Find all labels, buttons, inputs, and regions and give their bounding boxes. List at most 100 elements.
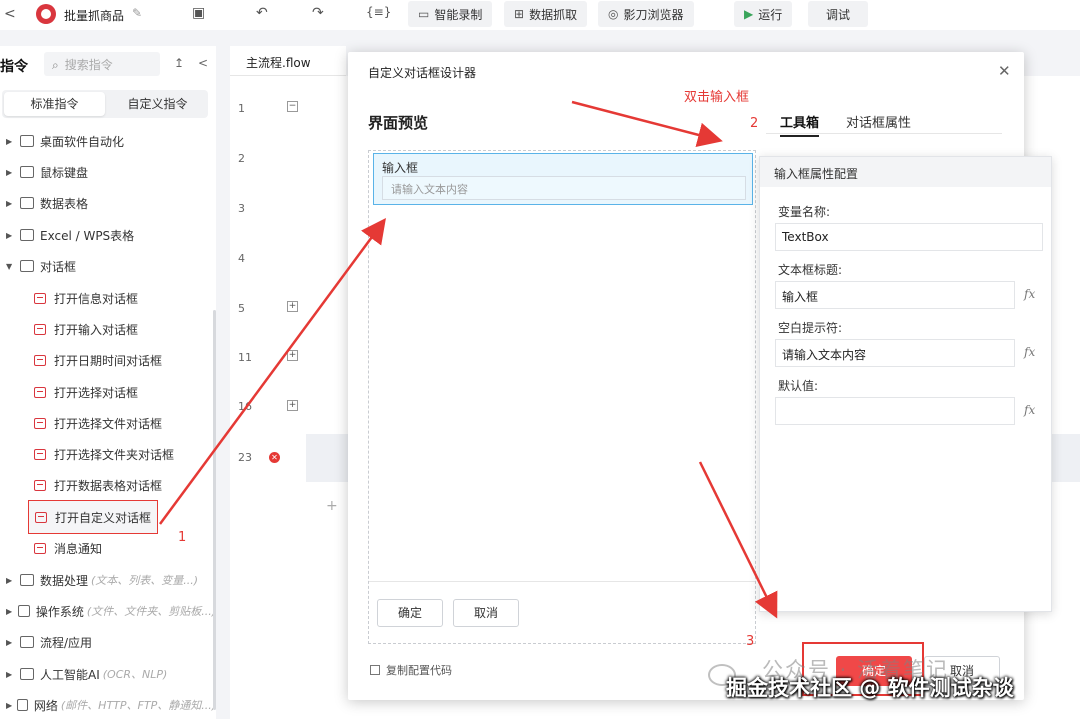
tree-group-network[interactable]: ▶ 网络 (邮件、HTTP、FTP、静通知...) xyxy=(0,690,216,719)
redo-icon[interactable]: ↷ xyxy=(312,5,324,21)
undo-icon[interactable]: ↶ xyxy=(256,5,268,21)
variable-name-input[interactable]: TextBox xyxy=(775,223,1043,251)
textbox-title-label: 文本框标题: xyxy=(778,263,843,277)
expand-icon: ▶ xyxy=(6,669,13,679)
dialog-command-icon xyxy=(34,542,46,554)
dialog-command-icon xyxy=(34,354,46,366)
preview-cancel-button[interactable]: 取消 xyxy=(453,599,519,627)
expand-icon: ▶ xyxy=(6,700,13,710)
ai-icon xyxy=(20,668,34,680)
tree-group-mouse-keyboard[interactable]: ▶ 鼠标键盘 xyxy=(0,157,216,187)
designer-right-tabs: 工具箱 对话框属性 xyxy=(766,108,1002,137)
tree-group-excel[interactable]: ▶ Excel / WPS表格 xyxy=(0,220,216,250)
copy-config-code[interactable]: 复制配置代码 xyxy=(370,662,452,678)
command-search-input[interactable]: ⌕ 搜索指令 xyxy=(44,52,160,76)
preview-textbox-field[interactable]: 输入框 请输入文本内容 xyxy=(373,153,753,205)
command-tabs: 标准指令 自定义指令 xyxy=(2,90,208,118)
command-open-custom-dialog[interactable]: 打开自定义对话框 xyxy=(28,500,159,534)
browser-button[interactable]: ◎ 影刀浏览器 xyxy=(598,1,694,27)
spreadsheet-icon xyxy=(20,229,34,241)
app-title: 批量抓商品 xyxy=(64,9,125,23)
network-icon xyxy=(16,699,28,711)
fx-icon[interactable]: fx xyxy=(1024,287,1035,301)
tab-toolbox[interactable]: 工具箱 xyxy=(780,112,820,137)
command-open-datatable-dialog[interactable]: 打开数据表格对话框 xyxy=(34,470,162,500)
os-icon xyxy=(17,605,30,617)
preview-canvas[interactable]: 输入框 请输入文本内容 确定 取消 xyxy=(368,150,756,644)
variable-name-label: 变量名称: xyxy=(778,205,831,219)
debug-button[interactable]: 调试 xyxy=(808,1,869,27)
cursor-icon xyxy=(20,166,34,178)
copy-icon xyxy=(370,665,380,675)
line-number: 3 xyxy=(238,202,245,215)
smart-record-button[interactable]: ▭ 智能录制 xyxy=(408,1,493,27)
command-open-file-dialog[interactable]: 打开选择文件对话框 xyxy=(34,408,162,438)
tree-group-desktop[interactable]: ▶ 桌面软件自动化 xyxy=(0,126,216,156)
panel-title: 指令 xyxy=(0,59,28,75)
fx-icon[interactable]: fx xyxy=(1024,345,1035,359)
data-capture-button[interactable]: ⊞ 数据抓取 xyxy=(504,1,588,27)
dialog-command-icon xyxy=(34,448,46,460)
expand-icon: ▶ xyxy=(6,198,13,208)
tree-group-flow-app[interactable]: ▶ 流程/应用 xyxy=(0,627,216,657)
fx-icon[interactable]: fx xyxy=(1024,403,1035,417)
fold-toggle-icon[interactable]: + xyxy=(287,400,298,411)
expand-icon: ▶ xyxy=(6,637,13,647)
expand-icon: ▶ xyxy=(6,606,13,616)
divider xyxy=(369,581,755,582)
tree-group-dialog[interactable]: ▼ 对话框 xyxy=(0,251,216,281)
panel-scrollbar[interactable] xyxy=(213,310,216,710)
line-number: 16 xyxy=(238,400,252,413)
fold-toggle-icon[interactable]: + xyxy=(287,350,298,361)
preview-ok-button[interactable]: 确定 xyxy=(377,599,443,627)
command-message-notify[interactable]: 消息通知 xyxy=(34,533,102,563)
fold-toggle-icon[interactable]: − xyxy=(287,101,298,112)
browser-icon: ◎ xyxy=(608,7,619,21)
line-number: 5 xyxy=(238,302,245,315)
expand-icon: ▶ xyxy=(6,575,13,585)
run-button[interactable]: ▶ 运行 xyxy=(734,1,793,27)
tab-standard-commands[interactable]: 标准指令 xyxy=(4,92,105,116)
dialog-command-icon xyxy=(34,292,46,304)
textbox-title-input[interactable]: 输入框 xyxy=(775,281,1015,309)
command-open-info-dialog[interactable]: 打开信息对话框 xyxy=(34,283,138,313)
dialog-command-icon xyxy=(34,323,46,335)
tree-group-ai[interactable]: ▶ 人工智能AI (OCR、NLP) xyxy=(0,659,216,689)
annotation-number-1: 1 xyxy=(178,530,187,545)
command-open-folder-dialog[interactable]: 打开选择文件夹对话框 xyxy=(34,439,174,469)
command-open-datetime-dialog[interactable]: 打开日期时间对话框 xyxy=(34,345,162,375)
tab-dialog-properties[interactable]: 对话框属性 xyxy=(846,112,911,131)
collapse-panel-icon[interactable]: < xyxy=(198,56,208,70)
annotation-number-2: 2 xyxy=(750,116,759,131)
grid-icon: ⊞ xyxy=(514,7,525,21)
line-number: 4 xyxy=(238,252,245,265)
expand-icon: ▶ xyxy=(6,230,13,240)
save-icon[interactable]: ▣ xyxy=(192,5,205,21)
tree-group-os[interactable]: ▶ 操作系统 (文件、文件夹、剪贴板...) xyxy=(0,596,216,626)
tab-custom-commands[interactable]: 自定义指令 xyxy=(107,90,208,118)
edit-title-icon[interactable]: ✎ xyxy=(132,6,142,20)
watermark-line-2: 掘金技术社区 @ 软件测试杂谈 xyxy=(726,676,1014,700)
preview-text-input[interactable]: 请输入文本内容 xyxy=(382,176,746,200)
data-icon xyxy=(20,574,34,586)
tree-group-data-processing[interactable]: ▶ 数据处理 (文本、列表、变量...) xyxy=(0,565,216,595)
back-icon[interactable]: < xyxy=(4,6,16,22)
variables-icon[interactable]: {≡} xyxy=(366,5,391,19)
close-icon[interactable]: ✕ xyxy=(998,62,1011,80)
field-label: 输入框 xyxy=(382,161,419,175)
dialog-command-icon xyxy=(35,511,47,523)
default-value-input[interactable] xyxy=(775,397,1015,425)
expand-icon: ▶ xyxy=(6,136,13,146)
tree-group-data-table[interactable]: ▶ 数据表格 xyxy=(0,188,216,218)
placeholder-input[interactable]: 请输入文本内容 xyxy=(775,339,1015,367)
command-open-select-dialog[interactable]: 打开选择对话框 xyxy=(34,377,138,407)
dialog-command-icon xyxy=(34,417,46,429)
sort-icon[interactable]: ↥ xyxy=(174,56,184,70)
watermark: 公众号 · 活着笔记 掘金技术社区 @ 软件测试杂谈 xyxy=(706,650,1080,710)
add-step-icon[interactable]: + xyxy=(326,498,338,514)
tab-main-flow[interactable]: 主流程.flow xyxy=(230,46,346,76)
annotation-double-click: 双击输入框 xyxy=(684,90,750,105)
command-open-input-dialog[interactable]: 打开输入对话框 xyxy=(34,314,138,344)
expand-icon: ▶ xyxy=(6,167,13,177)
fold-toggle-icon[interactable]: + xyxy=(287,301,298,312)
